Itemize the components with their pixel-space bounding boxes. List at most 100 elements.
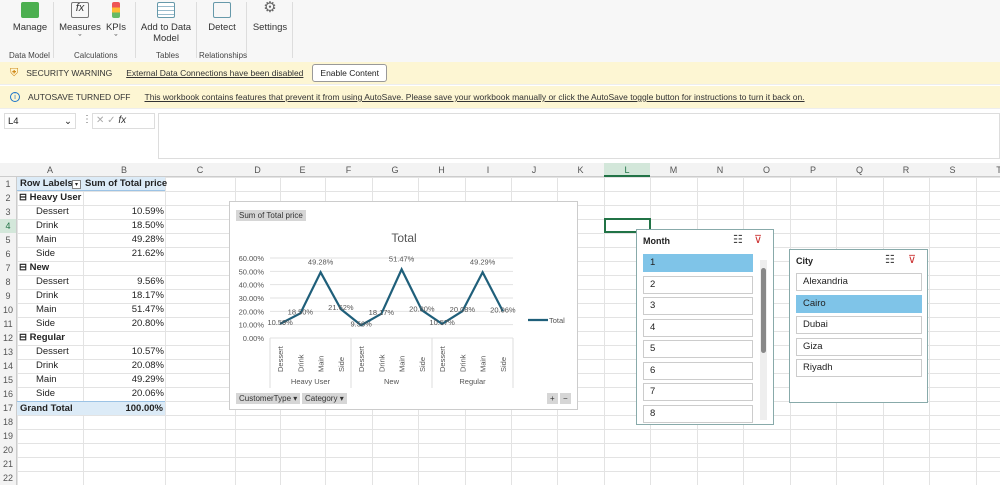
fx-icon: fx bbox=[71, 2, 89, 18]
column-header-Q[interactable]: Q bbox=[836, 163, 883, 177]
column-header-T[interactable]: T bbox=[976, 163, 1000, 177]
info-icon: i bbox=[10, 92, 20, 102]
row-header-12[interactable]: 12 bbox=[0, 331, 17, 345]
row-header-6[interactable]: 6 bbox=[0, 247, 17, 261]
filter-dropdown-icon[interactable]: ▾ bbox=[72, 180, 81, 189]
collapse-button[interactable]: − bbox=[560, 393, 571, 404]
autosave-link[interactable]: This workbook contains features that pre… bbox=[145, 92, 805, 102]
row-header-11[interactable]: 11 bbox=[0, 317, 17, 331]
pivot-group-row[interactable]: ⊟ Regular bbox=[19, 331, 65, 345]
pivot-group-row[interactable]: ⊟ New bbox=[19, 261, 49, 275]
column-header-O[interactable]: O bbox=[743, 163, 790, 177]
slicer-item-month-8[interactable]: 8 bbox=[643, 404, 753, 423]
data-label: 21.62% bbox=[328, 303, 354, 312]
slicer-item-city[interactable]: Giza bbox=[796, 337, 922, 356]
name-box[interactable]: L4 ⌄ bbox=[4, 113, 76, 129]
add-to-data-model-button[interactable]: Add to Data Model bbox=[140, 2, 192, 44]
manage-button[interactable]: Manage bbox=[8, 2, 52, 33]
row-labels-header: Row Labels bbox=[20, 178, 73, 189]
fx-button[interactable]: fx bbox=[118, 115, 126, 126]
row-header-15[interactable]: 15 bbox=[0, 373, 17, 387]
column-header-P[interactable]: P bbox=[790, 163, 836, 177]
column-header-C[interactable]: C bbox=[165, 163, 235, 177]
row-header-7[interactable]: 7 bbox=[0, 261, 17, 275]
slicer-item-city[interactable]: Alexandria bbox=[796, 273, 922, 291]
multi-select-icon[interactable]: ☷ bbox=[733, 233, 743, 246]
kpis-button[interactable]: KPIs ˇ bbox=[103, 2, 129, 44]
formula-input[interactable] bbox=[158, 113, 1000, 159]
clear-filter-icon[interactable]: ⊽ bbox=[908, 253, 916, 266]
enable-content-button[interactable]: Enable Content bbox=[312, 64, 388, 82]
column-header-L[interactable]: L bbox=[604, 163, 650, 177]
row-header-18[interactable]: 18 bbox=[0, 415, 17, 429]
pivot-group-row[interactable]: ⊟ Heavy User bbox=[19, 191, 81, 205]
settings-button[interactable]: ⚙ Settings bbox=[248, 0, 292, 33]
select-all[interactable] bbox=[0, 163, 17, 177]
measures-button[interactable]: fx Measures ˇ bbox=[58, 2, 102, 44]
row-header-2[interactable]: 2 bbox=[0, 191, 17, 205]
row-header-10[interactable]: 10 bbox=[0, 303, 17, 317]
detect-button[interactable]: Detect bbox=[200, 2, 244, 33]
slicer-title: Month bbox=[643, 236, 670, 246]
slicer-item-city[interactable]: Dubai bbox=[796, 316, 922, 334]
slicer-item-month-2[interactable]: 2 bbox=[643, 275, 753, 294]
customer-type-button[interactable]: CustomerType ▾ bbox=[236, 393, 301, 404]
x-tick-label: Main bbox=[398, 356, 407, 372]
series-line-total[interactable] bbox=[279, 266, 504, 327]
row-header-22[interactable]: 22 bbox=[0, 471, 17, 485]
scrollbar[interactable] bbox=[760, 260, 767, 420]
y-tick-label: 40.00% bbox=[239, 281, 265, 290]
row-header-19[interactable]: 19 bbox=[0, 429, 17, 443]
slicer-item-month-7[interactable]: 7 bbox=[643, 383, 753, 401]
column-header-S[interactable]: S bbox=[929, 163, 976, 177]
slicer-item-month-1[interactable]: 1 bbox=[643, 254, 753, 272]
slicer-item-month-5[interactable]: 5 bbox=[643, 340, 753, 358]
cancel-icon[interactable]: ✕ bbox=[96, 115, 104, 126]
column-header-D[interactable]: D bbox=[235, 163, 280, 177]
column-header-J[interactable]: J bbox=[511, 163, 557, 177]
legend-label[interactable]: Total bbox=[549, 316, 565, 325]
column-header-H[interactable]: H bbox=[418, 163, 465, 177]
column-header-N[interactable]: N bbox=[697, 163, 743, 177]
column-header-A[interactable]: A bbox=[17, 163, 83, 177]
row-header-8[interactable]: 8 bbox=[0, 275, 17, 289]
x-tick-label: Side bbox=[418, 357, 427, 372]
category-button[interactable]: Category ▾ bbox=[302, 393, 347, 404]
data-label: 20.08% bbox=[450, 305, 476, 314]
row-header-3[interactable]: 3 bbox=[0, 205, 17, 219]
row-header-16[interactable]: 16 bbox=[0, 387, 17, 401]
scrollbar-thumb[interactable] bbox=[761, 268, 766, 353]
autosave-title: AUTOSAVE TURNED OFF bbox=[28, 92, 131, 102]
row-header-17[interactable]: 17 bbox=[0, 401, 17, 415]
expand-button[interactable]: + bbox=[547, 393, 558, 404]
column-header-K[interactable]: K bbox=[557, 163, 604, 177]
row-header-1[interactable]: 1 bbox=[0, 177, 17, 191]
row-header-21[interactable]: 21 bbox=[0, 457, 17, 471]
row-header-20[interactable]: 20 bbox=[0, 443, 17, 457]
column-header-R[interactable]: R bbox=[883, 163, 929, 177]
column-header-B[interactable]: B bbox=[83, 163, 165, 177]
pivot-row-label: Drink bbox=[36, 290, 59, 301]
slicer-item-month-4[interactable]: 4 bbox=[643, 318, 753, 337]
slicer-item-month-3[interactable]: 3 bbox=[643, 297, 753, 315]
row-header-13[interactable]: 13 bbox=[0, 345, 17, 359]
column-header-G[interactable]: G bbox=[372, 163, 418, 177]
enter-icon[interactable]: ✓ bbox=[107, 115, 115, 126]
row-header-14[interactable]: 14 bbox=[0, 359, 17, 373]
row-header-4[interactable]: 4 bbox=[0, 219, 17, 233]
security-link[interactable]: External Data Connections have been disa… bbox=[126, 68, 303, 78]
x-tick-label: Drink bbox=[458, 354, 467, 372]
multi-select-icon[interactable]: ☷ bbox=[885, 253, 895, 266]
row-header-5[interactable]: 5 bbox=[0, 233, 17, 247]
pivot-chart[interactable]: Sum of Total price Total 0.00% 10.00% 20.00… bbox=[229, 201, 578, 410]
clear-filter-icon[interactable]: ⊽ bbox=[754, 233, 762, 246]
data-label: 10.59% bbox=[267, 318, 293, 327]
column-header-M[interactable]: M bbox=[650, 163, 697, 177]
column-header-F[interactable]: F bbox=[325, 163, 372, 177]
column-header-E[interactable]: E bbox=[280, 163, 325, 177]
slicer-item-city[interactable]: Riyadh bbox=[796, 359, 922, 377]
column-header-I[interactable]: I bbox=[465, 163, 511, 177]
slicer-item-month-6[interactable]: 6 bbox=[643, 361, 753, 380]
slicer-item-city[interactable]: Cairo bbox=[796, 294, 922, 313]
row-header-9[interactable]: 9 bbox=[0, 289, 17, 303]
